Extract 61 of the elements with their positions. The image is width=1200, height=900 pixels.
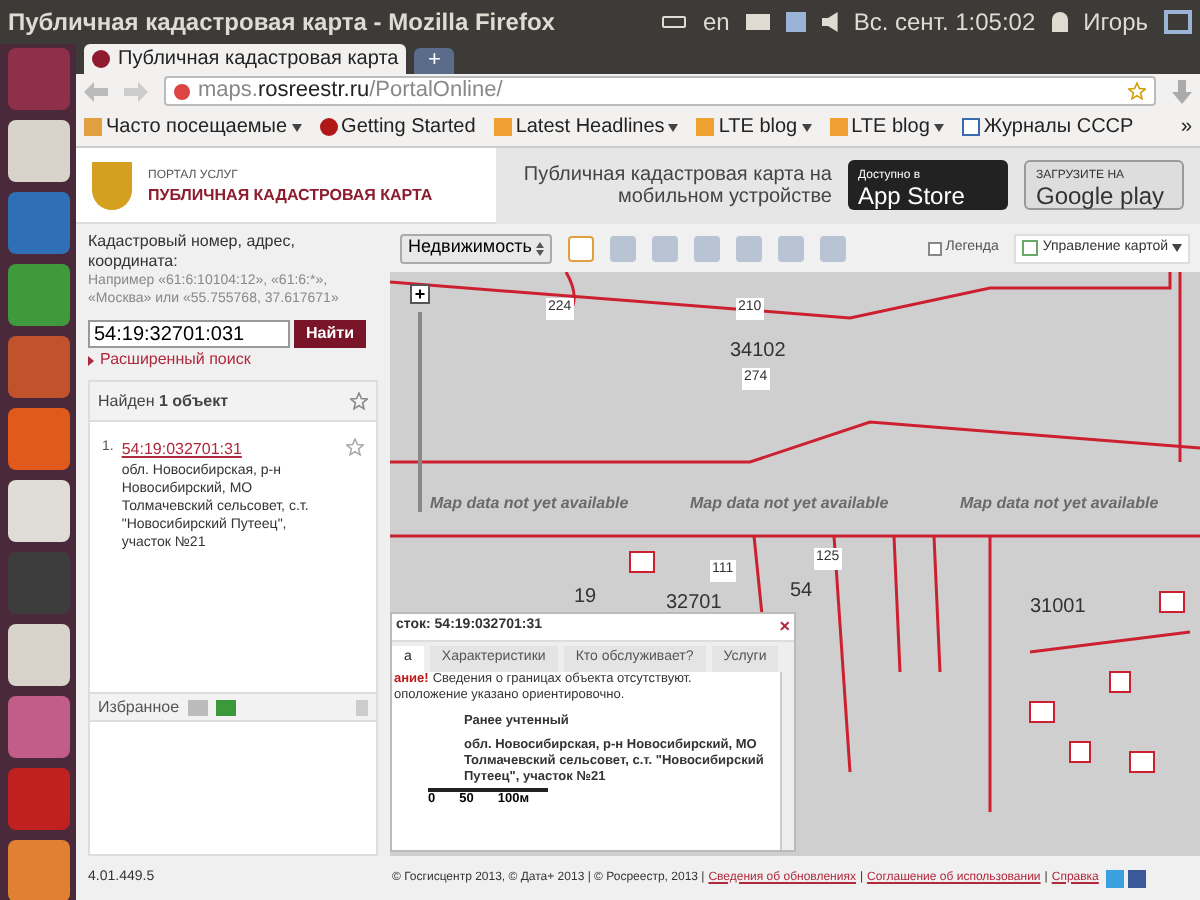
star-icon[interactable] [346,438,364,456]
close-button[interactable]: × [779,618,790,636]
emblem-icon [92,161,132,209]
download-arrow-icon[interactable] [1172,79,1192,103]
parcel-label: 54 [790,578,813,606]
address-bar[interactable]: maps.rosreestr.ru/PortalOnline/ [164,76,1156,106]
zoom-in-button[interactable]: + [410,284,430,304]
legend-checkbox[interactable] [927,241,942,255]
forward-arrow-icon[interactable] [124,81,148,101]
user-name[interactable]: Игорь [1083,4,1148,40]
bookmark-item[interactable]: Часто посещаемые [84,112,302,142]
person-icon[interactable] [1051,12,1068,32]
star-icon[interactable] [350,392,368,410]
speaker-icon[interactable] [821,12,838,32]
bookmark-item[interactable]: Getting Started [319,112,476,142]
bookmark-item[interactable]: LTE blog [829,112,944,142]
window-title: Публичная кадастровая карта - Mozilla Firefox [8,6,555,40]
search-label: Кадастровый номер, адрес, координата: [88,232,297,272]
parcel-label: 34102 [730,338,786,366]
app-icon[interactable] [7,840,69,900]
keyboard-layout[interactable]: en [702,4,730,40]
search-field[interactable]: 54:19:32701:031 [88,320,290,348]
parcel-label: 19 [574,584,597,612]
browser-tab[interactable]: Публичная кадастровая карта [84,44,407,74]
parcel-label: 31001 [1030,594,1086,622]
app-icon[interactable] [7,624,69,686]
building-outline [1069,741,1091,763]
caret-icon [1172,244,1182,252]
advanced-search-link[interactable]: Расширенный поиск [100,348,251,372]
building-outline [629,551,655,573]
site-title: ПУБЛИЧНАЯ КАДАСТРОВАЯ КАРТА [148,185,433,205]
stepper-icon [535,241,544,255]
parcel-label: 32701 [666,590,722,618]
result-link[interactable]: 54:19:032701:31 [121,438,338,462]
map-notice: Map data not yet available [690,492,889,516]
layer-select[interactable]: Недвижимость [400,233,552,263]
results-count: Найден 1 объект [98,389,229,413]
building-outline [1109,671,1131,693]
map-notice: Map data not yet available [960,492,1159,516]
keyboard-icon[interactable] [662,16,687,28]
building-outline [1129,751,1155,773]
triangle-icon [88,355,94,365]
site-icon [174,83,190,99]
envelope-icon[interactable] [745,14,770,30]
building-outline [1159,591,1185,613]
clock[interactable]: Вс. сент. 1:05:02 [853,4,1036,40]
bookmark-item[interactable]: Latest Headlines [493,112,679,142]
bookmark-item[interactable]: Журналы СССР [961,112,1134,142]
bookmark-item[interactable]: LTE blog [696,112,812,142]
url-text: maps.rosreestr.ru/PortalOnline/ [198,76,505,107]
building-outline [1029,701,1055,723]
scrollbar[interactable] [780,672,794,850]
map-notice: Map data not yet available [430,492,629,516]
search-button[interactable]: Найти [294,320,366,348]
favorites-label: Избранное [98,695,180,719]
mobile-text: Публичная кадастровая карта на мобильном устройстве [521,163,832,207]
new-tab-button[interactable]: + [414,48,455,74]
monitor-icon[interactable] [1164,10,1192,34]
star-icon[interactable] [1128,82,1146,100]
back-arrow-icon[interactable] [84,81,108,101]
overflow-button[interactable]: » [1180,112,1192,142]
